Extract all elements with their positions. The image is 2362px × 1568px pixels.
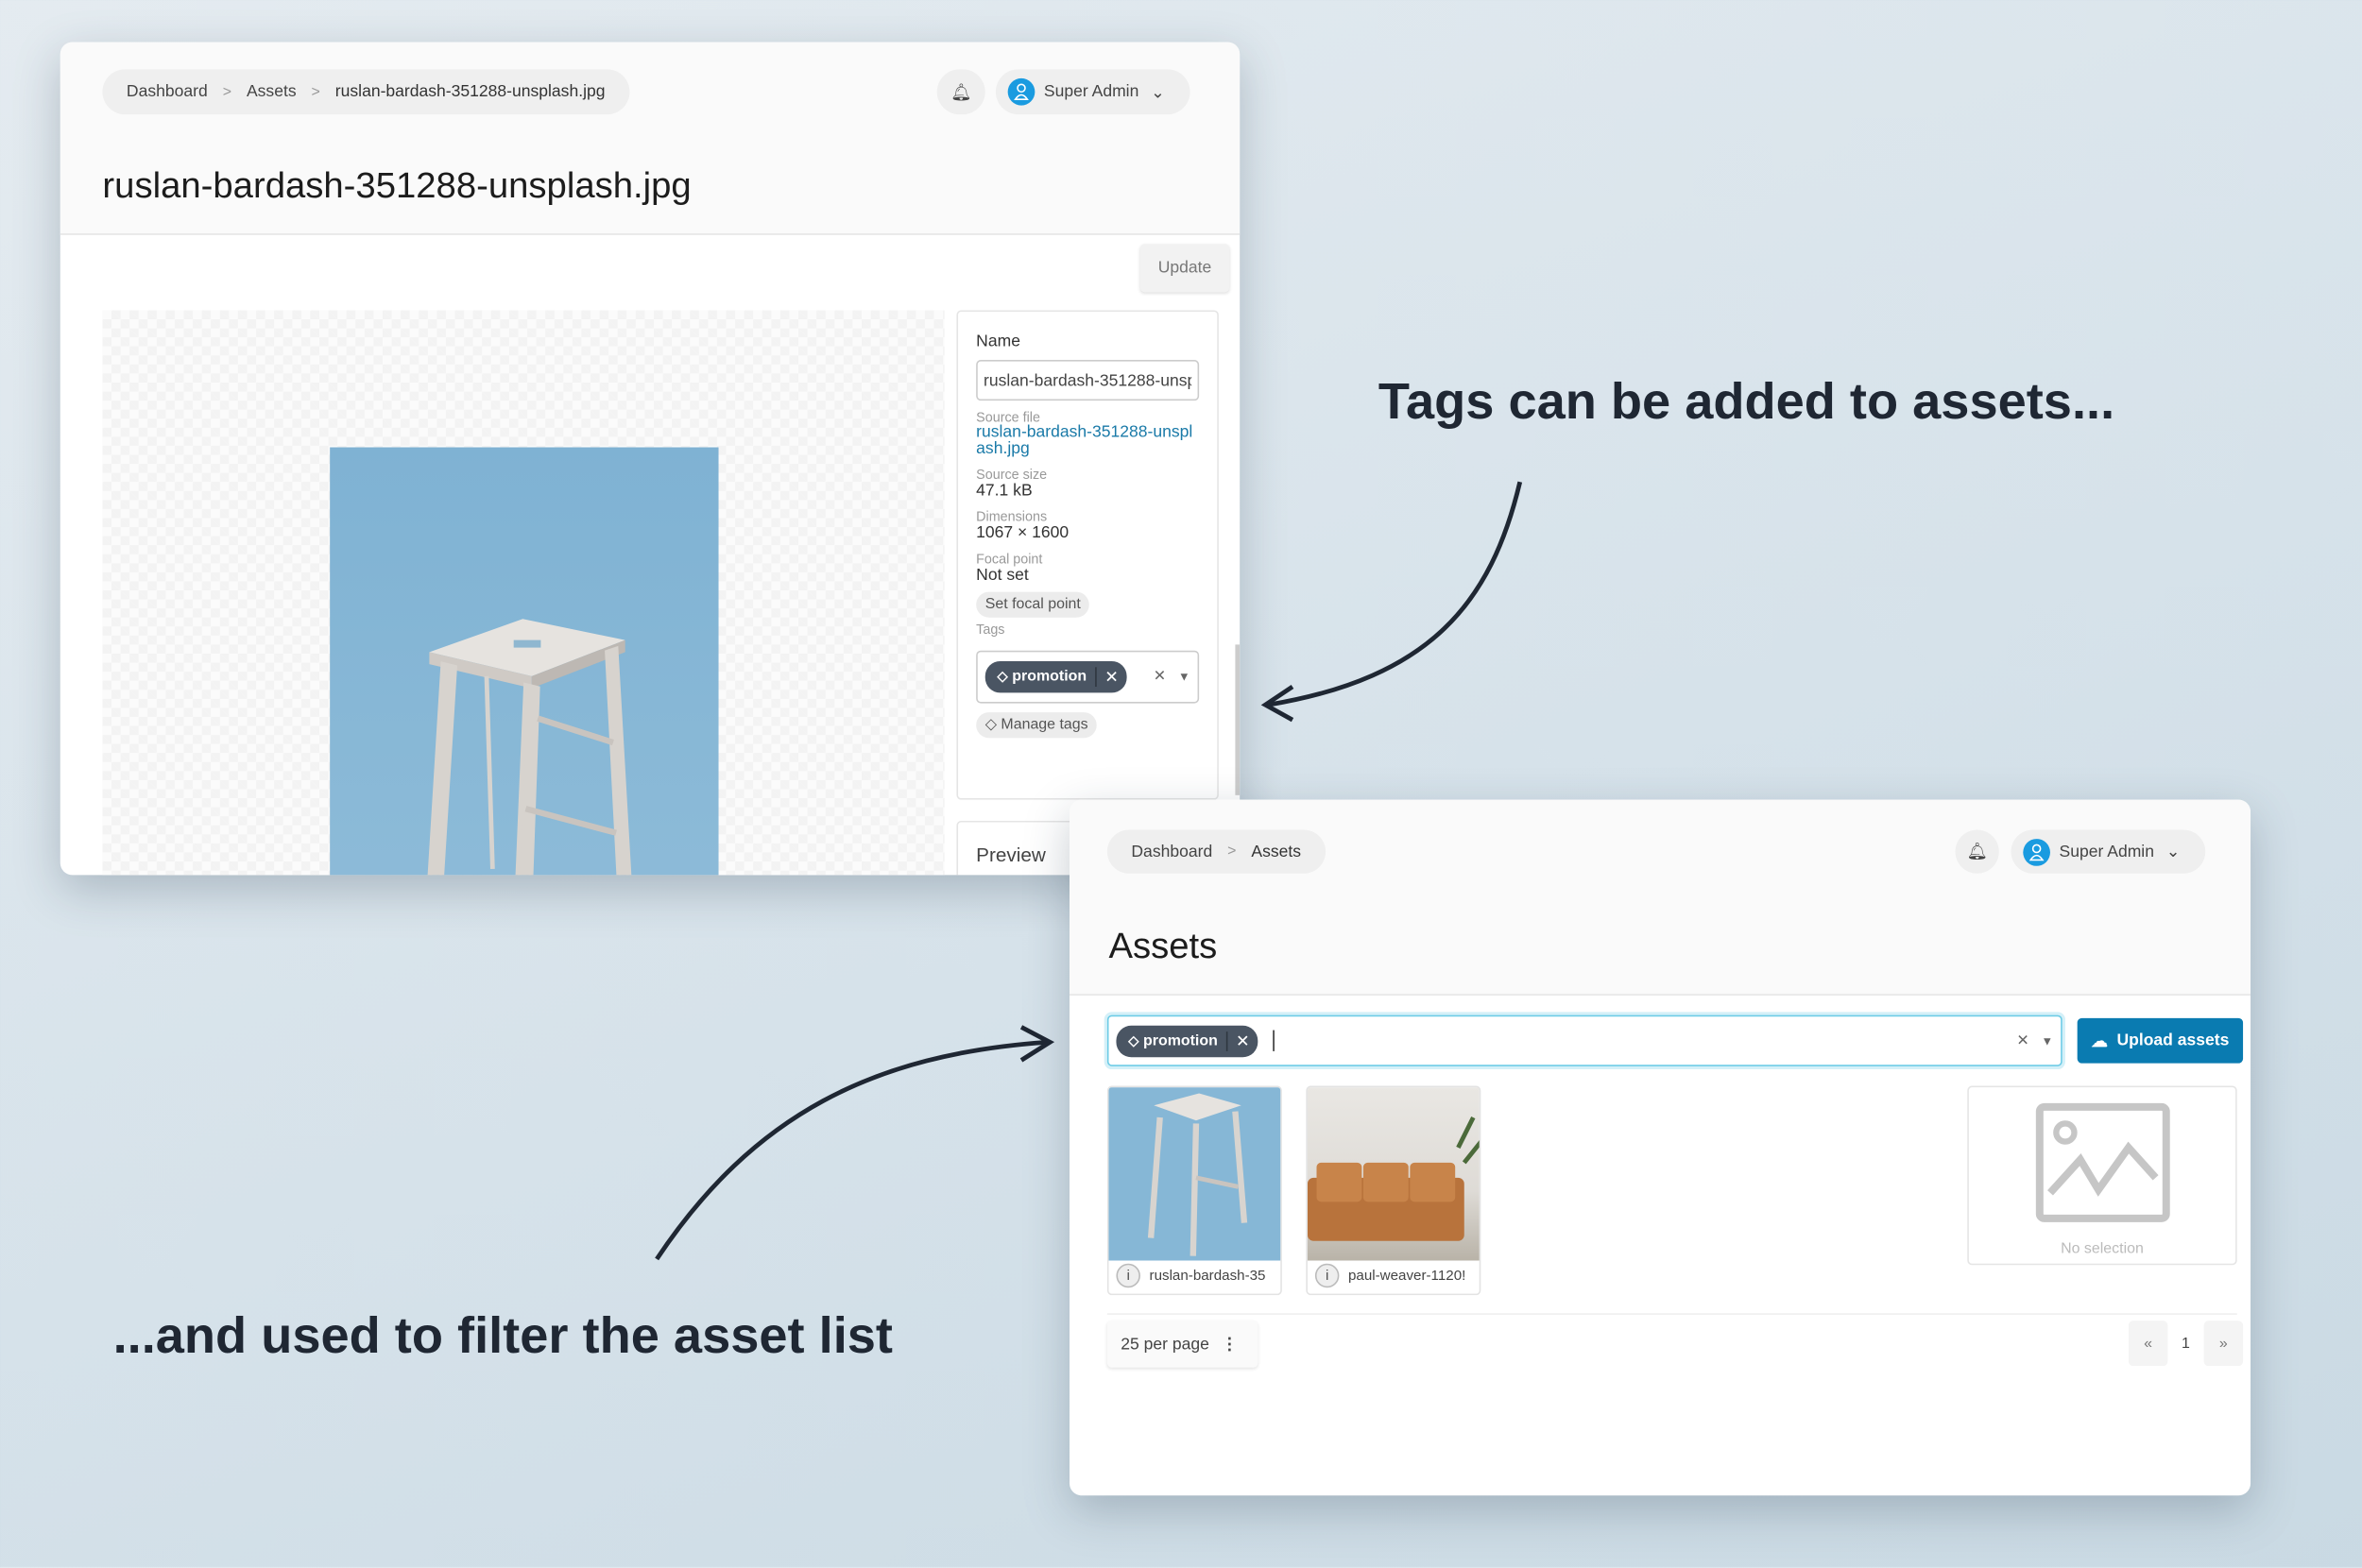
dimensions-value: 1067 × 1600 bbox=[976, 523, 1070, 542]
name-input[interactable] bbox=[976, 360, 1200, 401]
asset-list-window: Dashboard > Assets 🔔︎ Super Admin ⌄ Assets… bbox=[1070, 799, 2251, 1496]
clear-icon[interactable]: ✕ bbox=[2016, 1032, 2028, 1049]
source-size-label: Source size bbox=[976, 467, 1048, 483]
filter-chip-promotion: ◇ promotion ✕ bbox=[1116, 1024, 1258, 1057]
asset-detail-window: Dashboard > Assets > ruslan-bardash-351288… bbox=[60, 42, 1241, 876]
info-icon[interactable]: i bbox=[1314, 1263, 1340, 1288]
no-selection-label: No selection bbox=[2061, 1240, 2144, 1258]
chevron-down-icon: ⌄ bbox=[1151, 83, 1165, 102]
user-icon bbox=[1007, 77, 1036, 106]
asset-card[interactable]: i ruslan-bardash-35 bbox=[1106, 1085, 1282, 1296]
tag-filter-input[interactable]: ◇ promotion ✕ ✕ ▼ bbox=[1106, 1014, 2062, 1066]
breadcrumb-assets[interactable]: Assets bbox=[247, 83, 297, 101]
stool-image bbox=[427, 619, 632, 876]
asset-info-panel: Name Source file ruslan-bardash-351288-u… bbox=[956, 310, 1219, 800]
divider bbox=[1106, 1313, 2237, 1315]
tag-chip-promotion: ◇ promotion ✕ bbox=[984, 660, 1126, 693]
bell-icon: 🔔︎ bbox=[1966, 843, 1988, 861]
clear-icon[interactable]: ✕ bbox=[1154, 669, 1166, 686]
text-cursor bbox=[1272, 1030, 1275, 1051]
tags-label: Tags bbox=[976, 622, 1005, 638]
remove-filter-icon[interactable]: ✕ bbox=[1226, 1031, 1257, 1051]
arrow-top bbox=[1268, 481, 1523, 707]
update-button[interactable]: Update bbox=[1139, 244, 1230, 293]
dropdown-caret-icon[interactable]: ▼ bbox=[2042, 1034, 2054, 1048]
dropdown-caret-icon[interactable]: ▼ bbox=[1178, 671, 1190, 684]
image-placeholder-icon bbox=[2035, 1102, 2170, 1222]
current-page[interactable]: 1 bbox=[2171, 1321, 2201, 1366]
asset-thumbnail-stool bbox=[1108, 1087, 1281, 1261]
more-vertical-icon: ⋮ bbox=[1221, 1336, 1239, 1355]
focal-point-label: Focal point bbox=[976, 551, 1043, 567]
upload-assets-button[interactable]: ☁ Upload assets bbox=[2077, 1017, 2244, 1064]
tag-icon: ◇ bbox=[997, 668, 1008, 684]
page-title: ruslan-bardash-351288-unsplash.jpg bbox=[102, 165, 692, 207]
source-file-link[interactable]: ruslan-bardash-351288-unsplash.jpg bbox=[976, 424, 1199, 458]
arrow-bottom bbox=[655, 1039, 1048, 1261]
breadcrumb-current: ruslan-bardash-351288-unsplash.jpg bbox=[334, 82, 606, 101]
breadcrumb: Dashboard > Assets > ruslan-bardash-351288… bbox=[102, 69, 630, 115]
user-menu[interactable]: Super Admin ⌄ bbox=[995, 69, 1190, 115]
no-selection-panel: No selection bbox=[1967, 1085, 2237, 1266]
asset-card-footer: i paul-weaver-1120! bbox=[1308, 1257, 1480, 1293]
source-size-value: 47.1 kB bbox=[976, 482, 1033, 501]
scrollbar[interactable] bbox=[1235, 644, 1241, 795]
dimensions-label: Dimensions bbox=[976, 508, 1048, 524]
image-preview-area bbox=[102, 310, 945, 876]
tag-icon: ◇ bbox=[984, 716, 1001, 734]
next-page-button[interactable]: » bbox=[2203, 1321, 2244, 1367]
bell-icon: 🔔︎ bbox=[950, 83, 972, 102]
per-page-select[interactable]: 25 per page ⋮ bbox=[1106, 1321, 1258, 1368]
asset-card-footer: i ruslan-bardash-35 bbox=[1108, 1257, 1280, 1293]
breadcrumb-assets: Assets bbox=[1251, 843, 1302, 861]
manage-tags-button[interactable]: ◇ Manage tags bbox=[976, 712, 1098, 739]
upload-cloud-icon: ☁ bbox=[2091, 1031, 2108, 1051]
focal-point-value: Not set bbox=[976, 566, 1029, 585]
asset-image bbox=[330, 447, 719, 876]
breadcrumb-dashboard[interactable]: Dashboard bbox=[127, 83, 208, 101]
chevron-down-icon: ⌄ bbox=[2165, 843, 2181, 861]
name-label: Name bbox=[976, 332, 1020, 351]
page-title: Assets bbox=[1108, 926, 1218, 967]
notifications-button[interactable]: 🔔︎ bbox=[936, 69, 985, 115]
info-icon[interactable]: i bbox=[1116, 1263, 1140, 1288]
set-focal-point-button[interactable]: Set focal point bbox=[976, 591, 1090, 618]
asset-thumbnail-sofa bbox=[1307, 1087, 1480, 1261]
breadcrumb-dashboard[interactable]: Dashboard bbox=[1131, 843, 1212, 861]
user-menu[interactable]: Super Admin ⌄ bbox=[2011, 829, 2206, 874]
tags-select[interactable]: ◇ promotion ✕ ✕ ▼ bbox=[976, 650, 1200, 704]
user-name: Super Admin bbox=[2059, 843, 2154, 861]
tag-icon: ◇ bbox=[1128, 1031, 1139, 1048]
prev-page-button[interactable]: « bbox=[2128, 1321, 2168, 1367]
user-name: Super Admin bbox=[1043, 82, 1139, 101]
user-icon bbox=[2023, 838, 2050, 865]
breadcrumb: Dashboard > Assets bbox=[1106, 829, 1326, 874]
asset-card[interactable]: i paul-weaver-1120! bbox=[1306, 1085, 1481, 1296]
notifications-button[interactable]: 🔔︎ bbox=[1955, 829, 1999, 874]
remove-tag-icon[interactable]: ✕ bbox=[1095, 667, 1126, 688]
